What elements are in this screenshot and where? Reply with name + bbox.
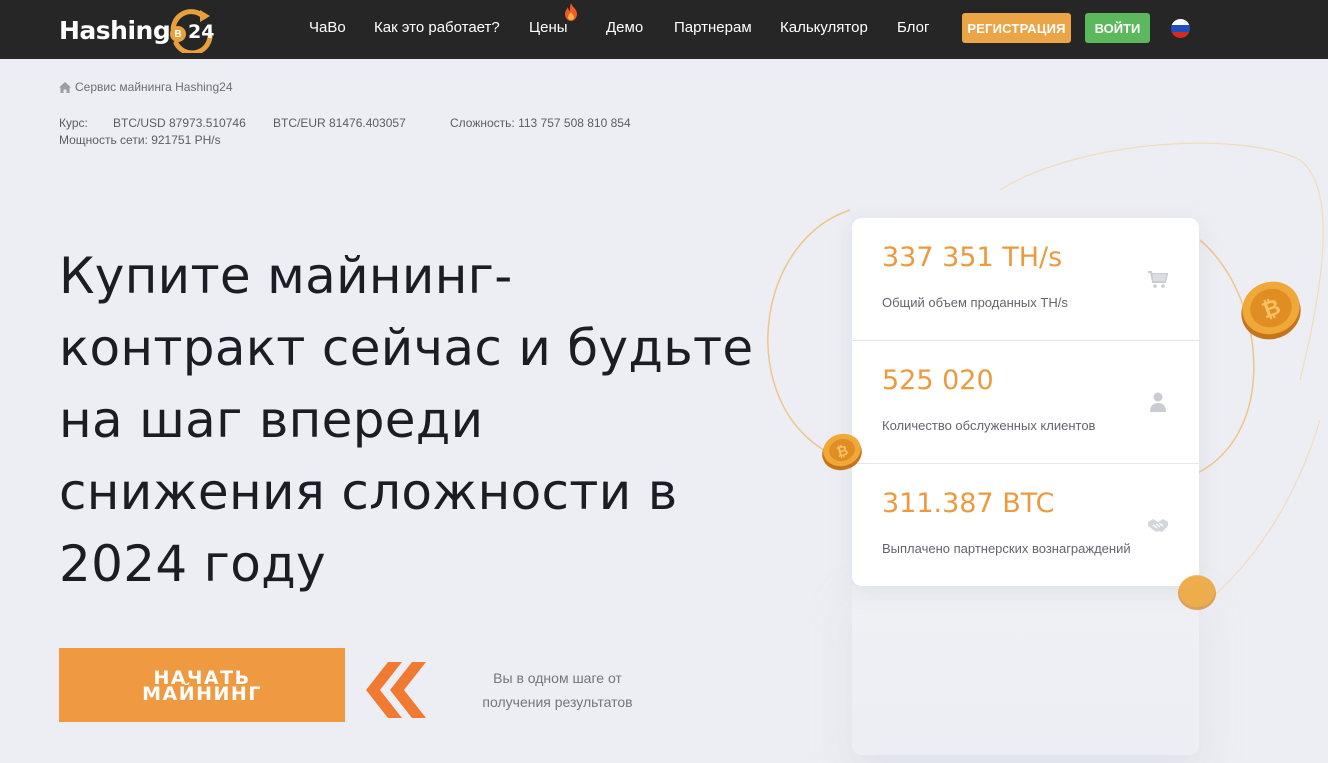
cta-note: Вы в одном шаге от получения результатов — [470, 666, 645, 714]
btc-eur-rate: BTC/EUR 81476.403057 — [273, 116, 406, 130]
site-logo[interactable]: Hashing B 24 — [59, 7, 219, 56]
network-difficulty: Сложность: 113 757 508 810 854 — [450, 116, 631, 130]
logo-coin-icon: B — [170, 26, 186, 42]
start-mining-button[interactable]: НАЧАТЬ МАЙНИНГ — [59, 648, 345, 722]
rate-label: Курс: — [59, 116, 88, 130]
stats-card-shadow — [852, 585, 1199, 755]
network-hashrate: Мощность сети: 921751 PH/s — [59, 133, 221, 147]
nav-faq[interactable]: ЧаВо — [309, 19, 346, 36]
cta-note-line-2: получения результатов — [482, 694, 633, 710]
breadcrumb-label[interactable]: Сервис майнинга Hashing24 — [75, 80, 233, 94]
stat-label: Выплачено партнерских вознаграждений — [882, 541, 1131, 556]
nav-demo[interactable]: Демо — [606, 19, 643, 36]
fire-icon — [565, 3, 577, 21]
stat-partner-rewards: 311.387 BTC Выплачено партнерских вознаг… — [852, 464, 1199, 586]
stat-served-clients: 525 020 Количество обслуженных клиентов — [852, 341, 1199, 464]
hero-title: Купите майнинг-контракт сейчас и будьте … — [59, 247, 754, 593]
logo-mark: B 24 — [166, 7, 218, 56]
cart-icon — [1148, 271, 1169, 288]
handshake-icon — [1148, 519, 1168, 532]
bitcoin-coin-icon — [1178, 575, 1216, 610]
stat-sold-hashrate: 337 351 TH/s Общий объем проданных TH/s — [852, 218, 1199, 341]
user-icon — [1150, 392, 1166, 412]
logo-text: Hashing — [59, 15, 171, 45]
bitcoin-coin-icon: ₿ — [822, 433, 862, 471]
cta-note-line-1: Вы в одном шаге от — [493, 670, 622, 686]
stat-value: 525 020 — [882, 365, 994, 396]
cta-line-2: МАЙНИНГ — [142, 683, 262, 705]
logo-number: 24 — [188, 21, 215, 43]
nav-partners[interactable]: Партнерам — [674, 19, 752, 36]
nav-calculator[interactable]: Калькулятор — [780, 19, 868, 36]
stat-value: 337 351 TH/s — [882, 242, 1063, 273]
login-button[interactable]: ВОЙТИ — [1085, 13, 1150, 43]
breadcrumb: Сервис майнинга Hashing24 — [59, 80, 233, 94]
home-icon[interactable] — [59, 81, 71, 93]
top-navbar: Hashing B 24 ЧаВо Как это работает? Цены… — [0, 0, 1328, 59]
stat-label: Общий объем проданных TH/s — [882, 295, 1068, 310]
register-button[interactable]: РЕГИСТРАЦИЯ — [962, 13, 1071, 43]
double-chevron-left-icon — [366, 662, 426, 718]
btc-usd-rate: BTC/USD 87973.510746 — [113, 116, 246, 130]
stat-value: 311.387 BTC — [882, 488, 1055, 519]
russia-flag-icon[interactable] — [1171, 19, 1190, 38]
nav-how-it-works[interactable]: Как это работает? — [374, 19, 500, 36]
bitcoin-coin-icon: ₿ — [1241, 281, 1301, 340]
stat-label: Количество обслуженных клиентов — [882, 418, 1096, 433]
stats-card: 337 351 TH/s Общий объем проданных TH/s … — [852, 218, 1199, 586]
nav-blog[interactable]: Блог — [897, 19, 929, 36]
nav-prices[interactable]: Цены — [529, 19, 568, 36]
